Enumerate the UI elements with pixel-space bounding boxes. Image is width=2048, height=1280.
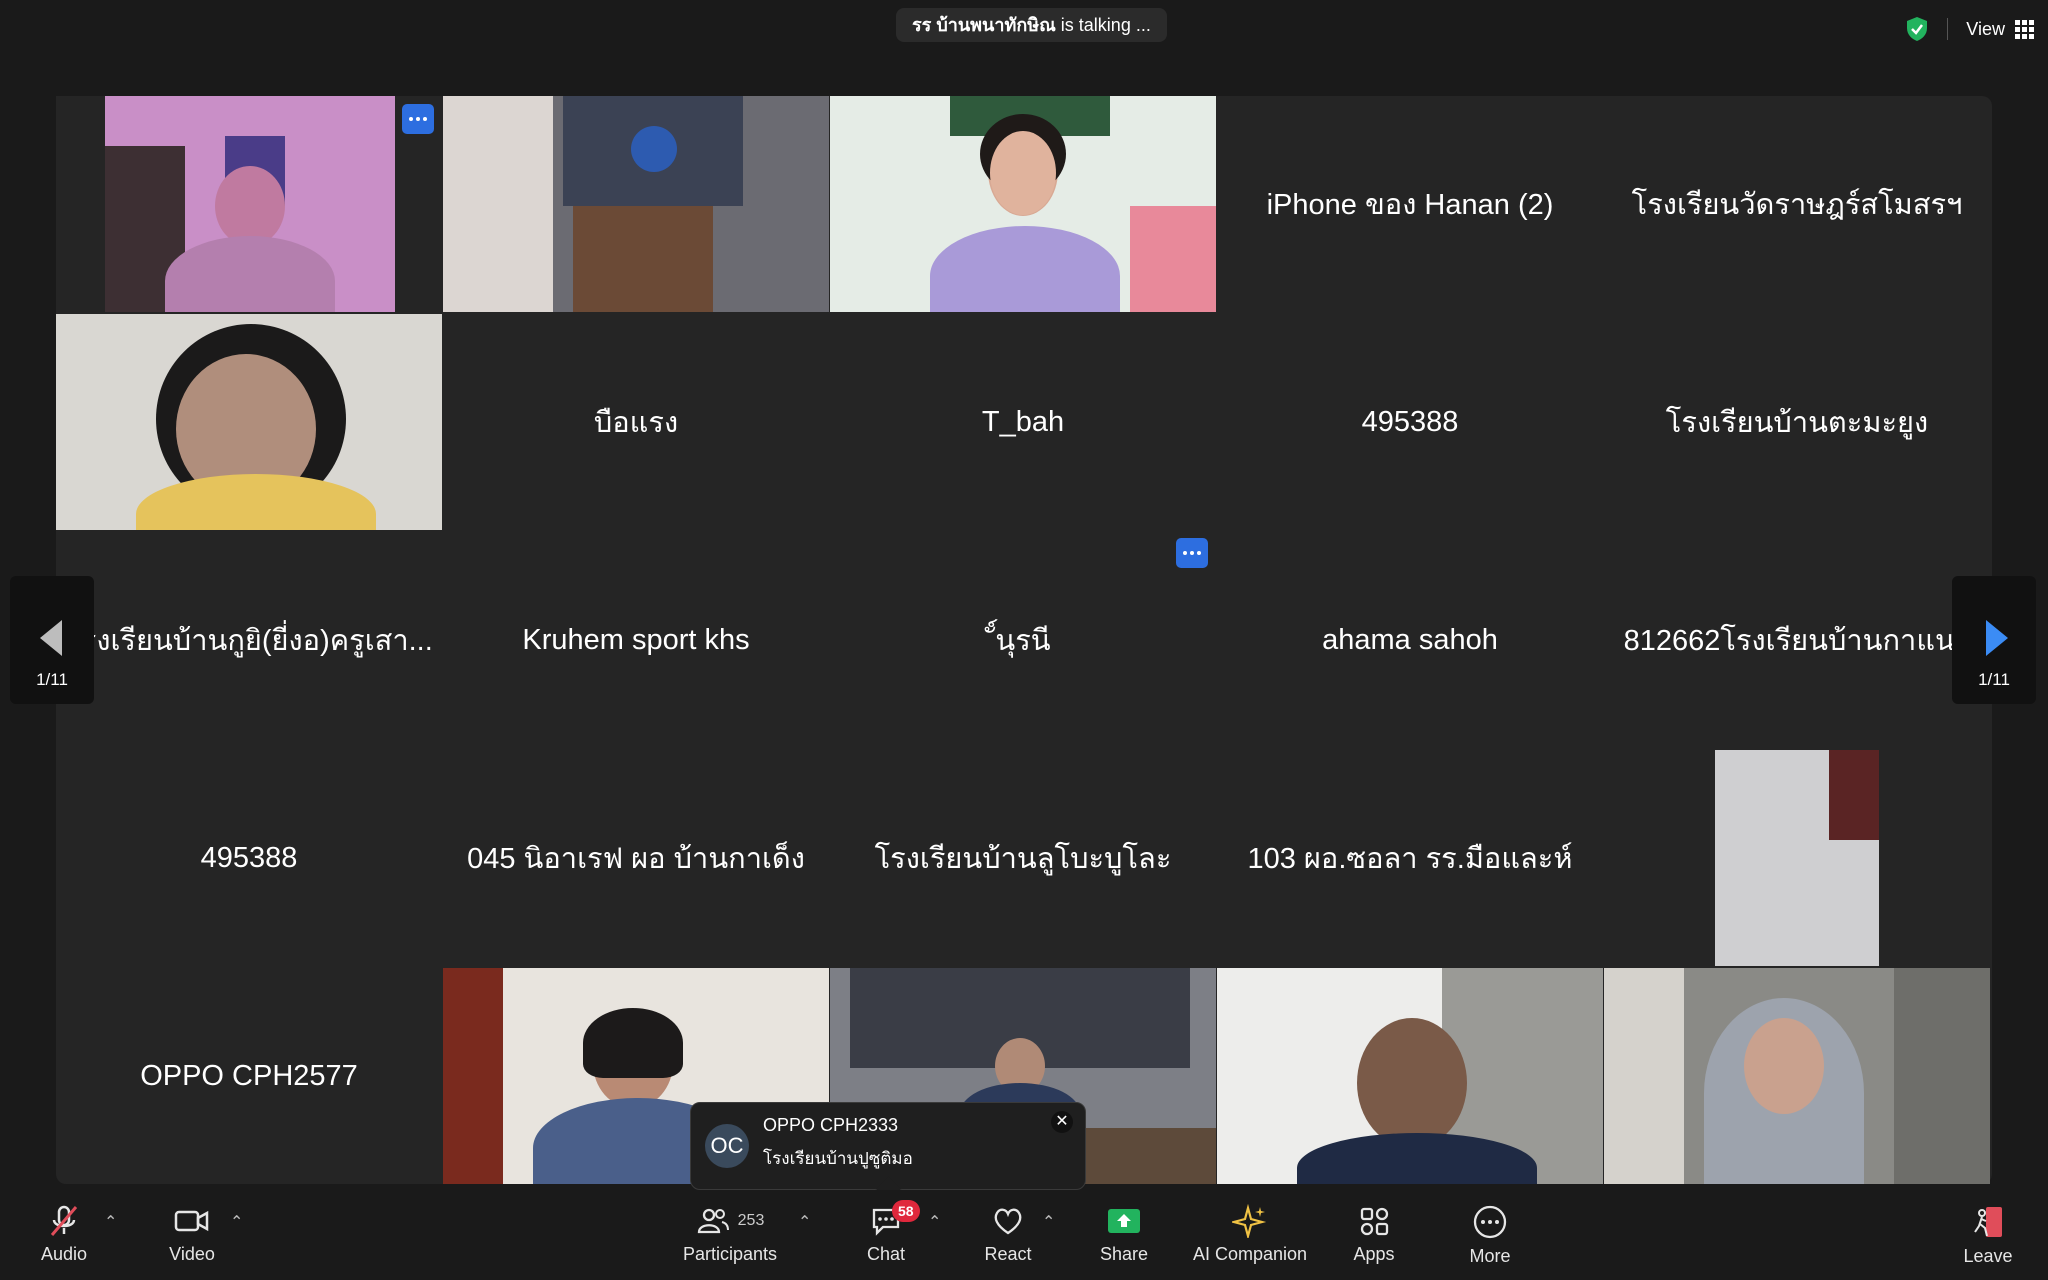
share-label: Share [1099,1244,1149,1264]
meeting-toolbar: Audio ⌃ Video ⌃ 253 Participants ⌃ Chat … [0,1190,2048,1280]
participant-tile-7[interactable]: บือแรง [443,314,829,530]
video-camera-icon [174,1210,209,1232]
tile-options-icon[interactable] [402,104,434,134]
participant-tile-10[interactable]: โรงเรียนบ้านตะมะยูง [1604,314,1990,530]
divider [1947,18,1949,40]
active-speaker-suffix: is talking ... [1060,15,1151,35]
ai-companion-label: AI Companion [1192,1244,1308,1264]
chevron-up-icon[interactable]: ⌃ [928,1212,941,1232]
leave-button[interactable]: Leave [1960,1204,2016,1267]
participant-tile-13[interactable]: ั์นุรนี [830,532,1216,748]
participants-button[interactable]: 253 Participants [670,1204,790,1265]
previous-page-button[interactable]: 1/11 [10,576,94,704]
apps-button[interactable]: Apps [1344,1204,1404,1265]
more-label: More [1469,1246,1511,1266]
participant-name: โรงเรียนบ้านลูโบะบูโละ [874,843,1172,875]
participant-tile-17[interactable]: 045 นิอาเรฟ ผอ บ้านกาเด็ง [443,750,829,966]
participant-name: โรงเรียนบ้านกูยิ(ยี่งอ)ครูเสา... [65,625,433,657]
leave-label: Leave [1963,1246,2013,1266]
participant-name: โรงเรียนบ้านตะมะยูง [1665,407,1929,439]
participant-name: iPhone ของ Hanan (2) [1266,189,1554,221]
participants-count: 253 [737,1212,765,1229]
video-label: Video [169,1244,215,1264]
participant-tile-12[interactable]: Kruhem sport khs [443,532,829,748]
chevron-up-icon[interactable]: ⌃ [798,1212,811,1232]
participant-name: 045 นิอาเรฟ ผอ บ้านกาเด็ง [467,843,805,875]
participant-name: 812662โรงเรียนบ้านกาแนะ [1623,625,1971,657]
video-tile-1[interactable] [56,96,442,312]
participant-tile-18[interactable]: โรงเรียนบ้านลูโบะบูโละ [830,750,1216,966]
share-button[interactable]: Share [1092,1204,1156,1265]
apps-label: Apps [1353,1244,1395,1264]
participant-name: OPPO CPH2577 [140,1059,358,1092]
participant-tile-15[interactable]: 812662โรงเรียนบ้านกาแนะ [1604,532,1990,748]
participant-tile-11[interactable]: โรงเรียนบ้านกูยิ(ยี่งอ)ครูเสา... [56,532,442,748]
chevron-up-icon[interactable]: ⌃ [1042,1212,1055,1232]
participant-name: ahama sahoh [1322,623,1498,656]
participant-tile-4[interactable]: iPhone ของ Hanan (2) [1217,96,1603,312]
video-tile-24[interactable] [1217,968,1603,1184]
participant-tile-21[interactable]: OPPO CPH2577 [56,968,442,1184]
leave-meeting-icon [1974,1207,2002,1237]
top-right-controls: View [1905,16,2034,42]
video-tile-2[interactable] [443,96,829,312]
react-label: React [984,1244,1032,1264]
view-button-label[interactable]: View [1966,19,2005,40]
more-options-icon [1473,1205,1507,1239]
chevron-up-icon[interactable]: ⌃ [104,1212,117,1232]
participant-name: โรงเรียนวัดราษฎร์สโมสรฯ [1631,189,1963,221]
chevron-right-icon [1986,620,2008,656]
chevron-up-icon[interactable]: ⌃ [230,1212,243,1232]
video-tile-20[interactable] [1604,750,1990,966]
audio-button[interactable]: Audio [36,1204,92,1265]
security-shield-icon[interactable] [1905,16,1929,42]
microphone-muted-icon [50,1205,78,1236]
active-speaker-indicator: รร บ้านพนาทักษิณ is talking ... [896,8,1167,42]
next-page-button[interactable]: 1/11 [1952,576,2036,704]
video-tile-6[interactable] [56,314,442,530]
audio-label: Audio [40,1244,88,1264]
participants-icon [697,1208,729,1234]
chat-notification[interactable]: OC OPPO CPH2333 โรงเรียนบ้านปูซูติมอ ✕ [690,1102,1086,1203]
chat-unread-badge: 58 [892,1200,920,1222]
sender-name: OPPO CPH2333 [763,1115,899,1135]
active-speaker-name: รร บ้านพนาทักษิณ [912,15,1056,35]
close-icon[interactable]: ✕ [1051,1111,1073,1133]
participants-label: Participants [682,1244,778,1264]
participant-tile-9[interactable]: 495388 [1217,314,1603,530]
video-tile-3[interactable] [830,96,1216,312]
participant-tile-8[interactable]: T_bah [830,314,1216,530]
participant-name: 495388 [1361,405,1459,438]
tile-options-icon[interactable] [1176,538,1208,568]
page-indicator-right: 1/11 [1978,670,2010,689]
react-button[interactable]: React [978,1204,1038,1265]
participant-name: บือแรง [593,407,679,439]
participant-tile-16[interactable]: 495388 [56,750,442,966]
more-button[interactable]: More [1460,1204,1520,1267]
video-button[interactable]: Video [164,1204,220,1265]
chat-label: Chat [866,1244,906,1264]
chevron-left-icon [40,620,62,656]
sparkle-icon [1232,1204,1267,1238]
apps-icon [1360,1207,1389,1236]
page-indicator-left: 1/11 [36,670,68,689]
gallery-grid: iPhone ของ Hanan (2) โรงเรียนวัดราษฎร์สโ… [56,96,1992,1184]
share-screen-icon [1108,1209,1140,1233]
message-preview: โรงเรียนบ้านปูซูติมอ [763,1149,913,1168]
gallery-grid-icon[interactable] [2015,19,2034,39]
participant-tile-14[interactable]: ahama sahoh [1217,532,1603,748]
participant-name: 103 ผอ.ซอลา รร.มือและห์ [1247,843,1573,875]
ai-companion-button[interactable]: AI Companion [1190,1204,1310,1265]
participant-name: ั์นุรนี [995,625,1051,657]
participant-name: 495388 [200,841,298,874]
participant-tile-19[interactable]: 103 ผอ.ซอลา รร.มือและห์ [1217,750,1603,966]
video-tile-25[interactable] [1604,968,1990,1184]
sender-avatar: OC [705,1124,749,1168]
heart-icon [994,1208,1022,1235]
participant-name: T_bah [981,405,1065,438]
participant-name: Kruhem sport khs [522,623,750,656]
participant-tile-5[interactable]: โรงเรียนวัดราษฎร์สโมสรฯ [1604,96,1990,312]
